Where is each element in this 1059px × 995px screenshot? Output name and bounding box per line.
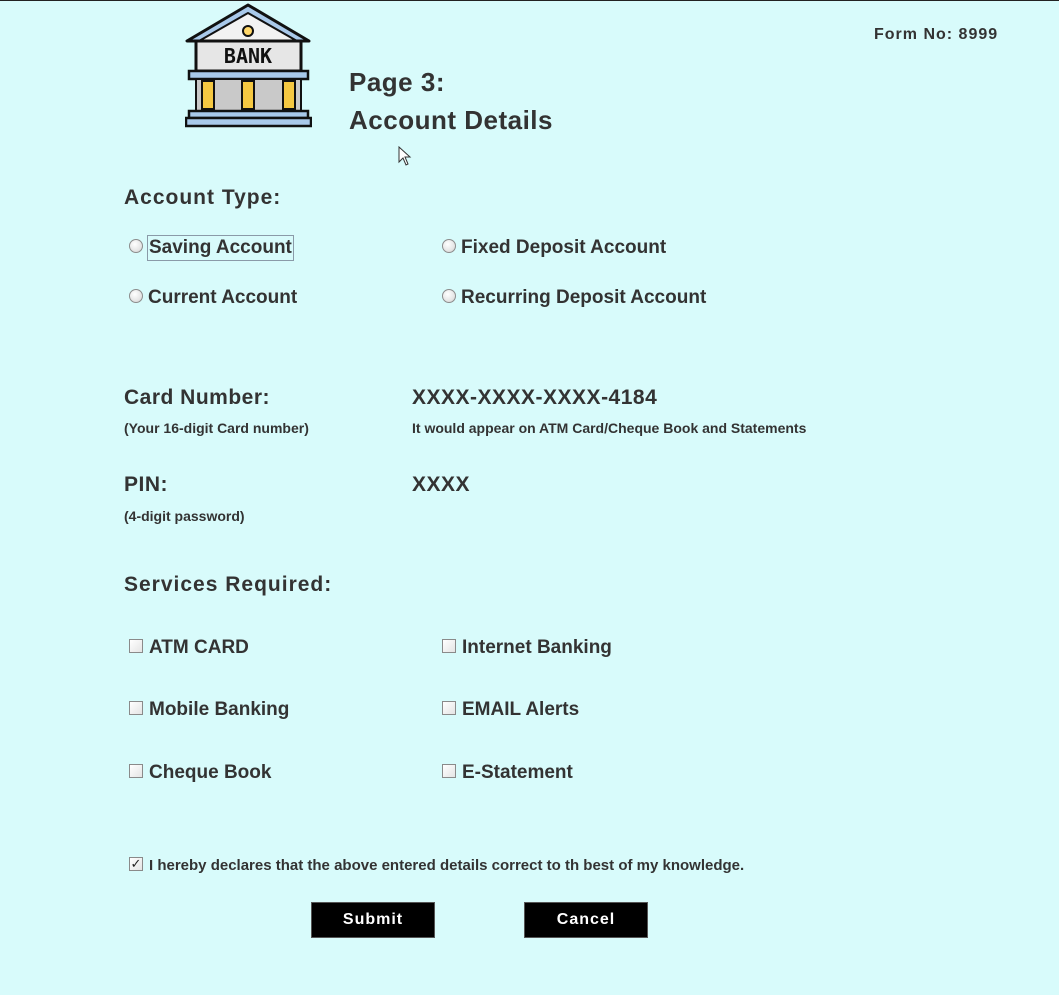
radio-button[interactable] [442,239,456,253]
card-number-value: XXXX-XXXX-XXXX-4184 [412,386,658,409]
svg-text:BANK: BANK [224,44,272,68]
checkbox-mobile-banking[interactable]: Mobile Banking [129,699,289,721]
checkbox-label: ATM CARD [149,637,249,658]
services-heading: Services Required: [124,573,333,596]
radio-button[interactable] [442,289,456,303]
checkbox-label: Internet Banking [462,637,612,658]
mouse-pointer-icon [398,146,412,166]
account-type-heading: Account Type: [124,186,282,209]
bank-logo-icon: BANK [185,3,312,128]
form-number: Form No: 8999 [874,26,999,43]
checkbox-atm-card[interactable]: ATM CARD [129,637,249,659]
page-heading: Account Details [349,105,553,135]
card-number-note: It would appear on ATM Card/Cheque Book … [412,420,807,436]
checkbox-e-statement[interactable]: E-Statement [442,762,573,784]
radio-label: Saving Account [147,235,294,261]
declaration-checkbox-row[interactable]: ✓ I hereby declares that the above enter… [129,856,745,874]
radio-current-account[interactable]: Current Account [129,287,297,309]
declaration-text: I hereby declares that the above entered… [149,857,745,874]
radio-fixed-deposit-account[interactable]: Fixed Deposit Account [442,237,666,259]
submit-button[interactable]: Submit [311,902,435,938]
pin-hint: (4-digit password) [124,508,245,524]
checkbox-label: EMAIL Alerts [462,699,580,720]
cancel-button[interactable]: Cancel [524,902,648,938]
checkbox-label: Cheque Book [149,762,272,783]
checkbox[interactable] [129,701,143,715]
card-number-label: Card Number: [124,386,271,409]
radio-button[interactable] [129,289,143,303]
checkbox[interactable] [442,701,456,715]
pin-value: XXXX [412,473,471,496]
checkbox-label: E-Statement [462,762,573,783]
card-number-hint: (Your 16-digit Card number) [124,420,309,436]
signup-form-page: BANK Form No: 8999 Page 3: Account Detai… [0,0,1059,995]
pin-label: PIN: [124,473,168,496]
page-number-label: Page 3: [349,67,445,97]
checkbox-label: Mobile Banking [149,699,290,720]
checkbox-email-alerts[interactable]: EMAIL Alerts [442,699,579,721]
checkbox[interactable] [442,764,456,778]
checkbox[interactable] [129,639,143,653]
checkbox-internet-banking[interactable]: Internet Banking [442,637,612,659]
page-title: Page 3: Account Details [349,63,553,139]
radio-label: Recurring Deposit Account [461,287,707,308]
declaration-checkbox[interactable]: ✓ [129,856,143,871]
radio-label: Current Account [148,287,298,308]
checkbox[interactable] [442,639,456,653]
radio-button[interactable] [129,239,143,253]
radio-recurring-deposit-account[interactable]: Recurring Deposit Account [442,287,706,309]
checkbox-cheque-book[interactable]: Cheque Book [129,762,271,784]
checkbox[interactable] [129,764,143,778]
radio-saving-account[interactable]: Saving Account [129,235,294,261]
radio-label: Fixed Deposit Account [461,237,667,258]
